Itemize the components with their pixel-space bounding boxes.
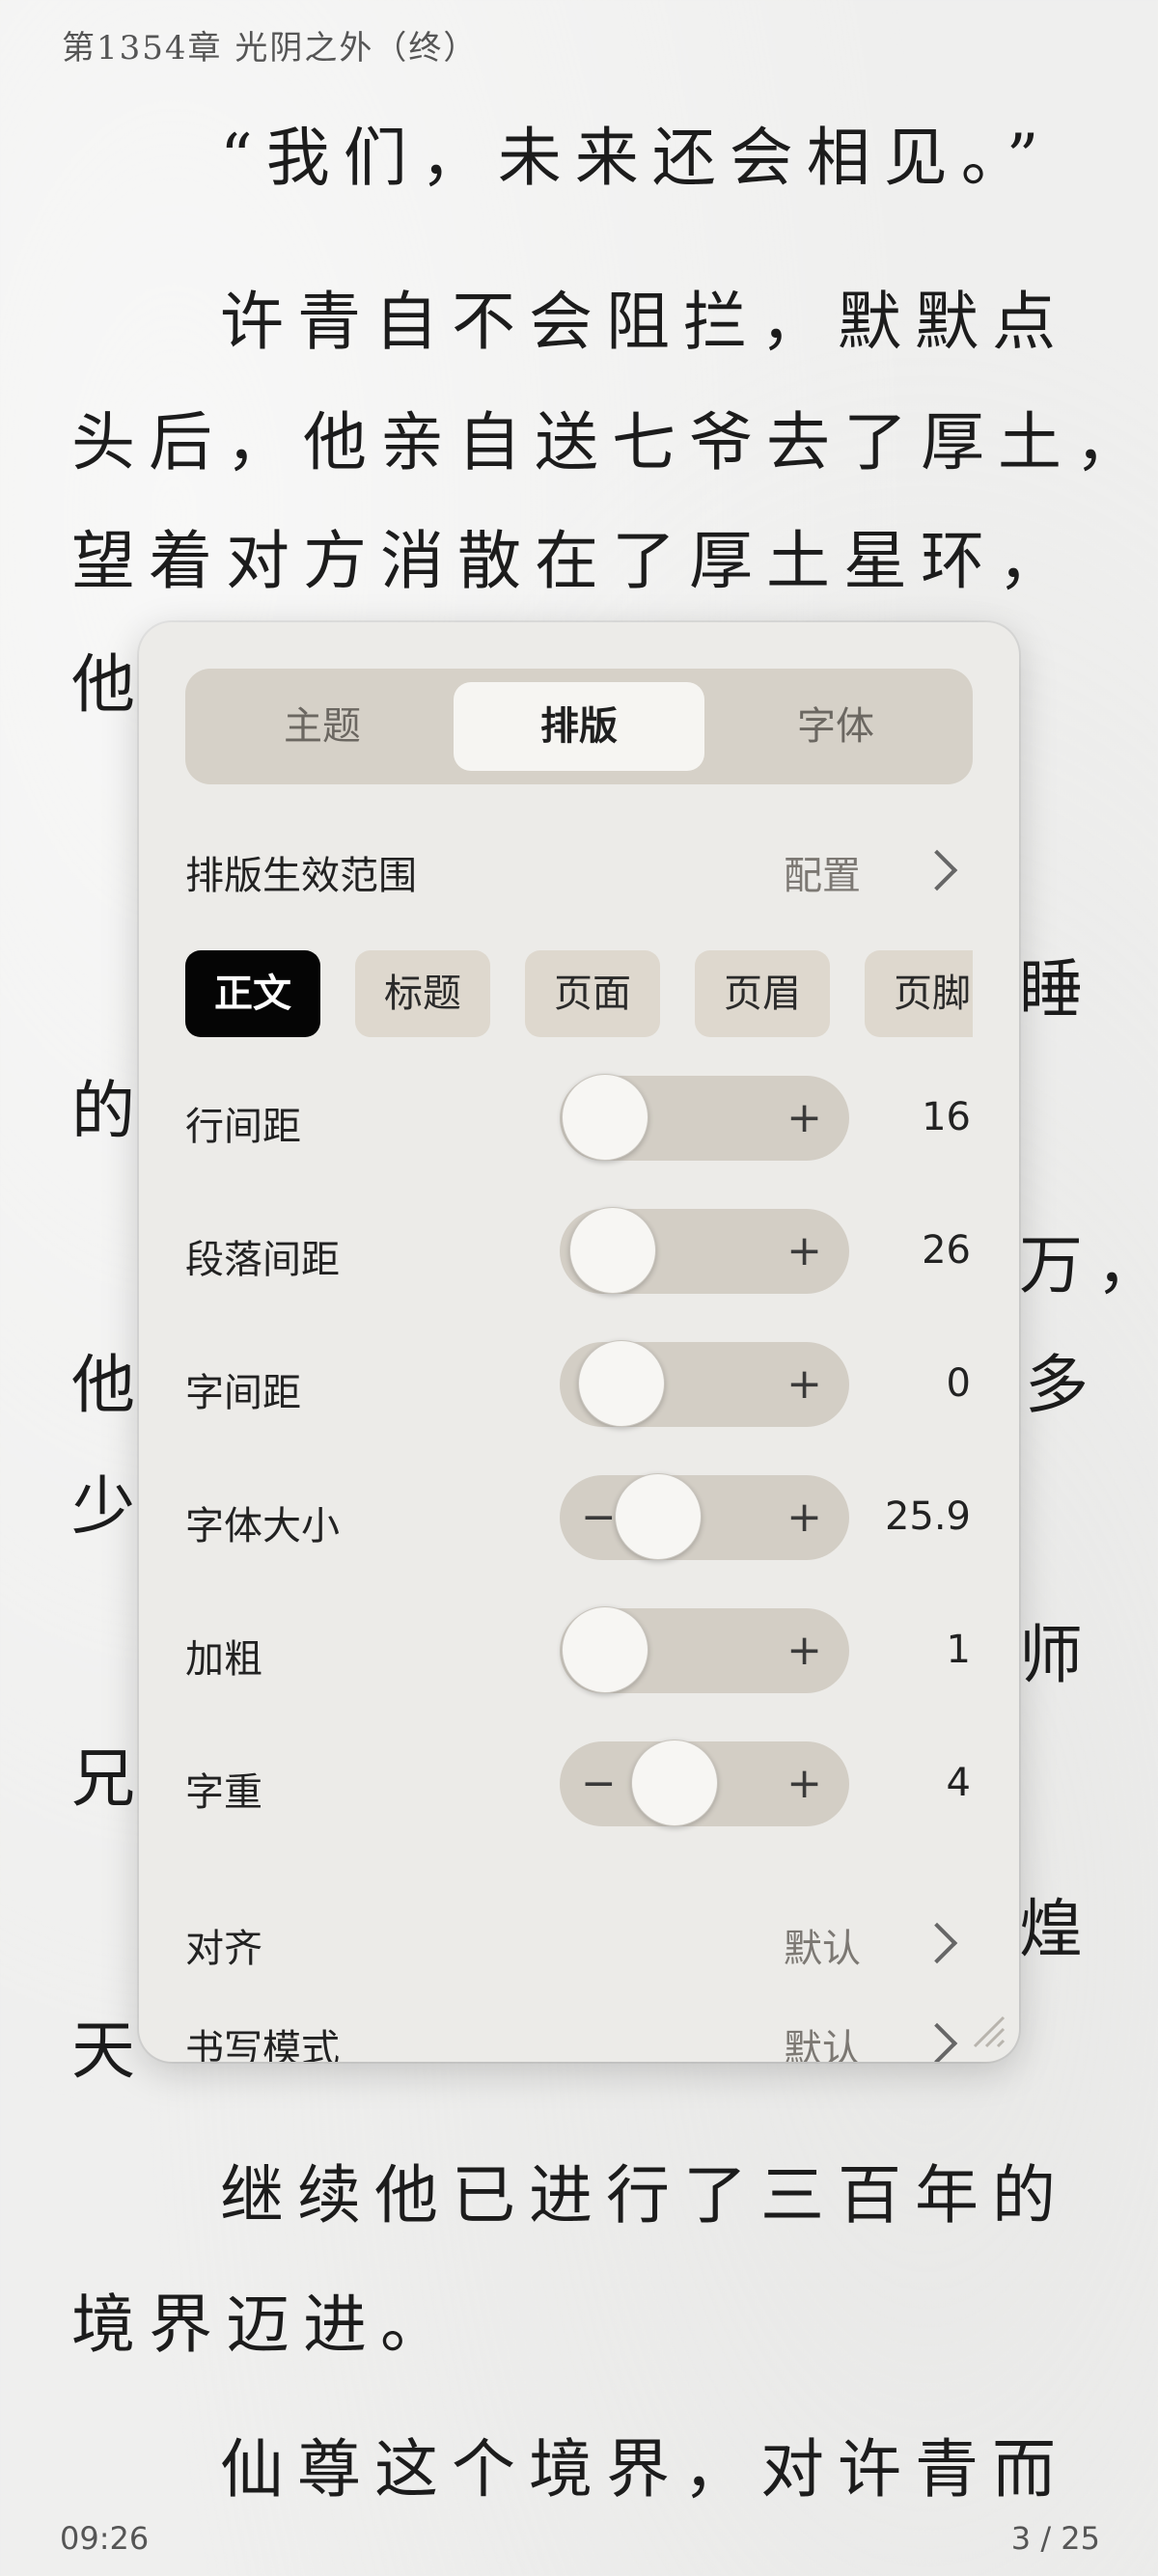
- slider-knob[interactable]: [562, 1074, 648, 1161]
- slider-knob[interactable]: [577, 1340, 665, 1427]
- text-line: 的: [71, 1074, 149, 1148]
- text-line: 煌: [1019, 1892, 1096, 1966]
- slider-label: 段落间距: [185, 1238, 340, 1282]
- plus-icon[interactable]: +: [786, 1608, 822, 1693]
- slider-track[interactable]: +: [560, 1340, 849, 1427]
- slider-track[interactable]: +: [560, 1606, 849, 1693]
- plus-icon[interactable]: +: [786, 1076, 822, 1161]
- chip-title[interactable]: 标题: [355, 950, 490, 1037]
- text-line: “我们，未来还会相见。”: [220, 121, 1053, 195]
- chevron-right-icon: [916, 2022, 958, 2062]
- chip-footer[interactable]: 页脚: [865, 950, 973, 1037]
- slider-knob[interactable]: [562, 1606, 648, 1693]
- text-line: 师: [1019, 1618, 1096, 1692]
- plus-icon[interactable]: +: [786, 1475, 822, 1560]
- text-line: 仙尊这个境界，对许青而: [220, 2432, 1069, 2507]
- writing-mode-label: 书写模式: [185, 2027, 340, 2062]
- align-label: 对齐: [185, 1927, 262, 1971]
- text-line: 他: [71, 1348, 149, 1422]
- slider-track[interactable]: +: [560, 1207, 849, 1294]
- slider-label: 加粗: [185, 1637, 262, 1682]
- slider-label: 行间距: [185, 1105, 301, 1149]
- text-line: 少: [71, 1469, 149, 1544]
- writing-mode-value: 默认: [784, 2027, 861, 2062]
- plus-icon[interactable]: +: [786, 1741, 822, 1826]
- typesetting-panel: 主题 排版 字体 排版生效范围 配置 正文 标题 页面 页眉 页脚 行间距 +16…: [139, 622, 1019, 2062]
- chip-body[interactable]: 正文: [185, 950, 320, 1037]
- minus-icon[interactable]: −: [581, 1475, 617, 1560]
- slider-label: 字间距: [185, 1371, 301, 1415]
- slider-value: 0: [946, 1361, 971, 1406]
- status-time: 09:26: [60, 2520, 150, 2557]
- slider-track[interactable]: − +: [560, 1740, 849, 1826]
- plus-icon[interactable]: +: [786, 1342, 822, 1427]
- slider-knob[interactable]: [569, 1207, 657, 1294]
- slider-label: 字重: [185, 1770, 262, 1815]
- text-line: 头后，他亲自送七爷去了厚土，: [71, 405, 1152, 480]
- resize-grip-icon[interactable]: [967, 2010, 1006, 2048]
- slider-knob[interactable]: [631, 1740, 719, 1826]
- chip-page[interactable]: 页面: [525, 950, 660, 1037]
- slider-value: 4: [946, 1761, 971, 1805]
- page-indicator: 3 / 25: [1010, 2520, 1100, 2557]
- slider-track[interactable]: − +: [560, 1473, 849, 1560]
- minus-icon[interactable]: −: [581, 1741, 617, 1826]
- text-line: 万，: [1019, 1228, 1158, 1302]
- plus-icon[interactable]: +: [786, 1209, 822, 1294]
- text-line: 望着对方消散在了厚土星环，: [71, 524, 1075, 598]
- text-line: 许青自不会阻拦，默默点: [220, 285, 1069, 359]
- target-chips: 正文 标题 页面 页眉 页脚: [185, 622, 973, 1066]
- slider-value: 25.9: [884, 1494, 971, 1539]
- chevron-right-icon: [916, 1922, 958, 1964]
- text-line: 兄: [71, 1741, 149, 1816]
- slider-knob[interactable]: [615, 1473, 703, 1560]
- slider-track[interactable]: +: [560, 1074, 849, 1161]
- text-line: 多: [1025, 1348, 1102, 1422]
- text-line: 睡: [1019, 952, 1096, 1027]
- text-line: 继续他已进行了三百年的: [220, 2158, 1069, 2233]
- text-line: 他: [71, 647, 149, 722]
- text-line: 天: [71, 2014, 149, 2088]
- slider-value: 26: [922, 1228, 971, 1273]
- slider-value: 1: [946, 1628, 971, 1672]
- chip-header[interactable]: 页眉: [695, 950, 830, 1037]
- align-value: 默认: [784, 1927, 861, 1971]
- slider-value: 16: [922, 1095, 971, 1139]
- text-line: 境界迈进。: [71, 2288, 457, 2362]
- slider-label: 字体大小: [185, 1504, 340, 1548]
